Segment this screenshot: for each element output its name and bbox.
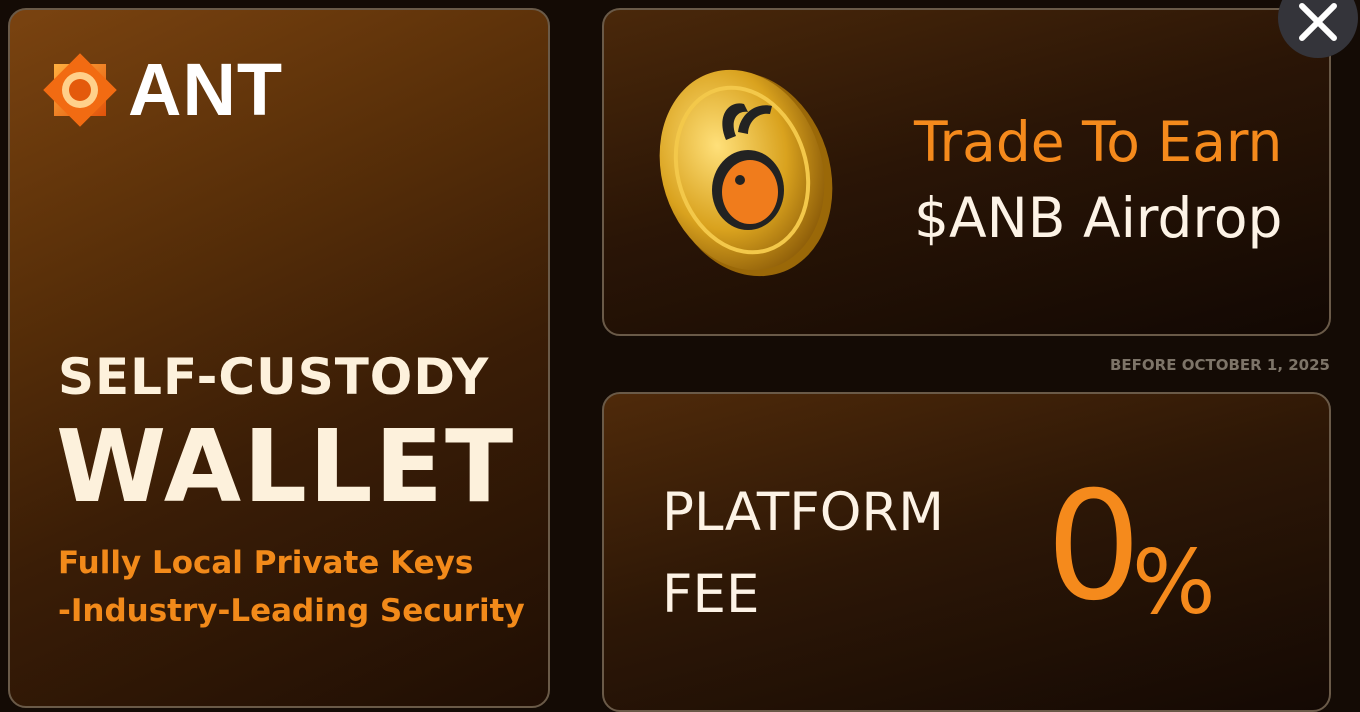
fee-value: 0 <box>1046 460 1142 634</box>
platform-fee-card[interactable]: PLATFORM FEE 0 % <box>602 392 1331 712</box>
ant-logo-icon <box>43 53 117 127</box>
airdrop-promo-card[interactable]: Trade To Earn $ANB Airdrop <box>602 8 1331 336</box>
headline-self-custody: SELF-CUSTODY <box>58 348 490 406</box>
deadline-note: BEFORE OCTOBER 1, 2025 <box>1110 356 1330 374</box>
brand-name: ANT <box>128 48 284 131</box>
ant-coin-icon <box>659 69 833 277</box>
trade-to-earn-title: Trade To Earn <box>914 110 1283 174</box>
feature-security: -Industry-Leading Security <box>58 593 525 629</box>
close-icon <box>1299 3 1337 41</box>
platform-label: PLATFORM <box>662 482 944 543</box>
headline-wallet: WALLET <box>56 408 516 525</box>
close-button[interactable] <box>1278 0 1358 58</box>
feature-local-keys: Fully Local Private Keys <box>58 545 474 581</box>
wallet-promo-card[interactable]: ANT SELF-CUSTODY WALLET Fully Local Priv… <box>8 8 550 708</box>
fee-percent-unit: % <box>1132 531 1216 634</box>
brand-logo: ANT <box>40 50 283 130</box>
fee-label: FEE <box>662 564 760 625</box>
airdrop-subtitle: $ANB Airdrop <box>914 186 1283 250</box>
